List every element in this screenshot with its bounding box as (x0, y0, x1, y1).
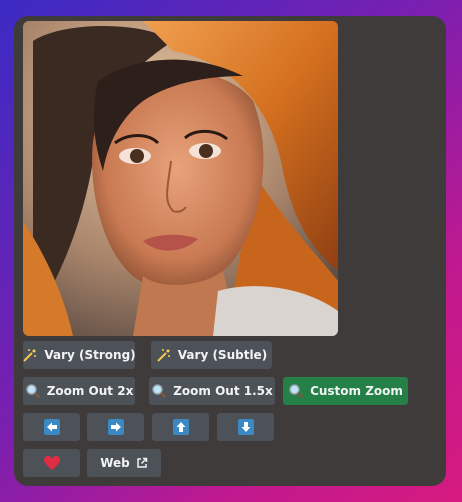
magic-wand-sparkle-icon (22, 347, 38, 363)
pan-down-button[interactable] (217, 413, 274, 441)
portrait-illustration (23, 21, 338, 336)
zoom-out-1-5x-label: Zoom Out 1.5x (173, 384, 273, 398)
arrow-down-icon (237, 419, 254, 435)
message-card: Vary (Strong) Vary (Subtle) Zoom Out 2x … (14, 16, 446, 486)
pan-left-button[interactable] (23, 413, 80, 441)
zoom-out-2x-button[interactable]: Zoom Out 2x (23, 377, 135, 405)
external-link-icon (136, 457, 148, 469)
pan-up-button[interactable] (152, 413, 209, 441)
arrow-right-icon (107, 419, 124, 435)
magnifying-glass-icon (151, 383, 167, 399)
custom-zoom-label: Custom Zoom (310, 384, 403, 398)
web-label: Web (100, 456, 130, 470)
magnifying-glass-icon (25, 383, 41, 399)
vary-strong-button[interactable]: Vary (Strong) (22, 341, 136, 369)
zoom-out-2x-label: Zoom Out 2x (46, 384, 134, 398)
generated-image[interactable] (23, 21, 338, 336)
favorite-button[interactable] (23, 449, 80, 477)
heart-icon (43, 455, 61, 471)
arrow-left-icon (43, 419, 60, 435)
custom-zoom-button[interactable]: Custom Zoom (283, 377, 408, 405)
web-link-button[interactable]: Web (87, 449, 161, 477)
magnifying-glass-icon (288, 383, 304, 399)
vary-strong-label: Vary (Strong) (44, 348, 136, 362)
zoom-out-1-5x-button[interactable]: Zoom Out 1.5x (149, 377, 275, 405)
magic-wand-sparkle-icon (156, 347, 172, 363)
pan-right-button[interactable] (87, 413, 144, 441)
arrow-up-icon (172, 419, 189, 435)
vary-subtle-label: Vary (Subtle) (177, 348, 268, 362)
vary-subtle-button[interactable]: Vary (Subtle) (151, 341, 272, 369)
